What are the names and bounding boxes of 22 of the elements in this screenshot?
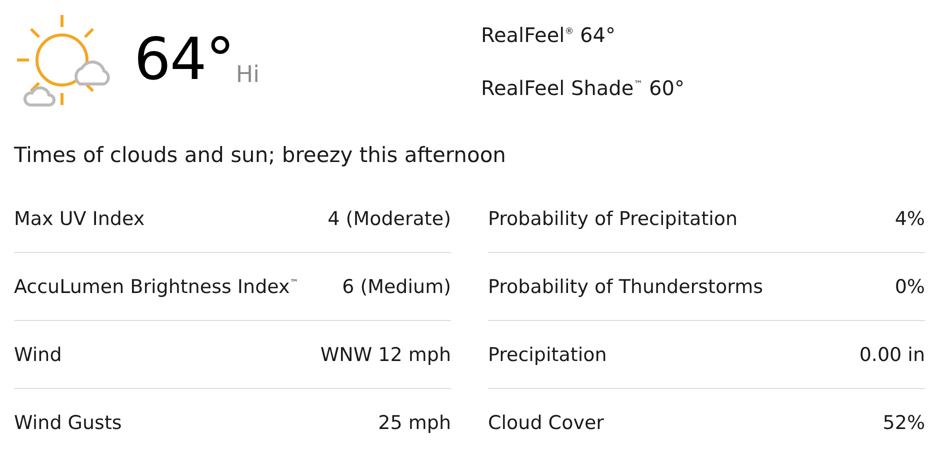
detail-label: Precipitation (488, 344, 607, 366)
detail-label: Wind (14, 344, 62, 366)
temperature: 64° (134, 30, 234, 88)
detail-label: AccuLumen Brightness Index$^{™}$ (14, 276, 298, 298)
realfeel-reading: RealFeel Shade$^{™}$ 60° (481, 75, 684, 102)
detail-value: 4 (Moderate) (328, 208, 451, 230)
detail-value: 0.00 in (859, 344, 925, 366)
weather-phrase: Times of clouds and sun; breezy this afternoon (14, 143, 507, 167)
detail-value: 4% (894, 208, 925, 230)
detail-label: Probability of Precipitation (488, 208, 738, 230)
detail-label: Max UV Index (14, 208, 145, 230)
partly-sunny-icon (14, 12, 110, 108)
detail-label: Cloud Cover (488, 412, 604, 434)
realfeel-reading: RealFeel$^{®}$ 64° (481, 22, 617, 50)
detail-value: 6 (Medium) (342, 276, 451, 298)
detail-value: 52% (882, 412, 925, 434)
detail-value: 25 mph (378, 412, 451, 434)
detail-label: Wind Gusts (14, 412, 122, 434)
detail-value: WNW 12 mph (320, 344, 451, 366)
high-label: Hi (236, 62, 260, 88)
detail-value: 0% (894, 276, 925, 298)
detail-label: Probability of Thunderstorms (488, 276, 763, 298)
